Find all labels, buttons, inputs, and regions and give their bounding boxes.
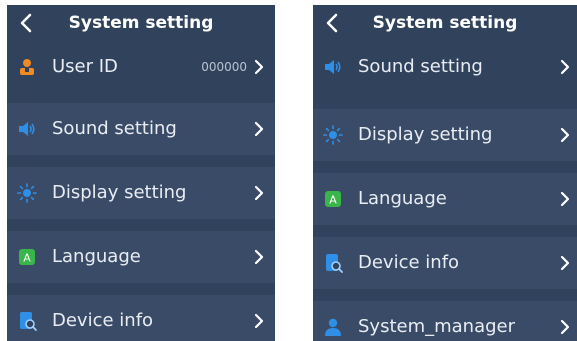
menu-item-label: Language	[52, 246, 141, 267]
menu-item-sound-setting[interactable]: Sound setting	[7, 103, 275, 155]
chevron-right-icon	[254, 313, 264, 329]
menu-item-sound-setting[interactable]: Sound setting	[313, 43, 577, 91]
header: System setting	[7, 5, 275, 43]
chevron-right-icon	[254, 121, 264, 137]
menu-item-display-setting[interactable]: Display setting	[313, 109, 577, 161]
chevron-right-icon	[254, 59, 264, 75]
menu-item-label: System_manager	[358, 316, 516, 337]
menu-item-language[interactable]: A Language	[313, 173, 577, 225]
user-id-value: 000000	[201, 60, 247, 74]
menu-item-display-setting[interactable]: Display setting	[7, 167, 275, 219]
chevron-right-icon	[560, 319, 570, 335]
svg-text:A: A	[329, 194, 337, 207]
brightness-icon	[17, 183, 37, 203]
svg-text:A: A	[23, 252, 31, 265]
speaker-icon	[323, 57, 343, 77]
chevron-right-icon	[560, 59, 570, 75]
menu-item-label: Display setting	[358, 124, 493, 145]
menu-item-language[interactable]: A Language	[7, 231, 275, 283]
chevron-right-icon	[560, 127, 570, 143]
language-icon: A	[323, 189, 343, 209]
menu-item-label: Device info	[358, 252, 460, 273]
chevron-right-icon	[560, 255, 570, 271]
device-info-icon	[323, 253, 343, 273]
menu-item-system-manager[interactable]: System_manager	[313, 301, 577, 341]
speaker-icon	[17, 119, 37, 139]
user-id-icon	[17, 57, 37, 77]
menu-item-label: Language	[358, 188, 447, 209]
settings-screen-left: System setting User ID 000000 Sound sett…	[7, 5, 275, 341]
page-title: System setting	[372, 13, 518, 33]
menu-item-device-info[interactable]: Device info	[7, 295, 275, 341]
menu-item-label: User ID	[52, 56, 118, 77]
menu-item-label: Display setting	[52, 182, 187, 203]
header: System setting	[313, 5, 577, 43]
language-icon: A	[17, 247, 37, 267]
menu-item-device-info[interactable]: Device info	[313, 237, 577, 289]
device-info-icon	[17, 311, 37, 331]
chevron-right-icon	[254, 185, 264, 201]
menu-item-label: Sound setting	[52, 118, 177, 139]
menu-item-label: Device info	[52, 310, 154, 331]
menu-item-label: Sound setting	[358, 56, 483, 77]
menu-item-user-id[interactable]: User ID 000000	[7, 43, 275, 91]
chevron-right-icon	[560, 191, 570, 207]
page-title: System setting	[68, 13, 214, 33]
brightness-icon	[323, 125, 343, 145]
system-manager-icon	[323, 317, 343, 337]
chevron-right-icon	[254, 249, 264, 265]
settings-screen-right: System setting Sound setting Display set…	[313, 5, 577, 341]
